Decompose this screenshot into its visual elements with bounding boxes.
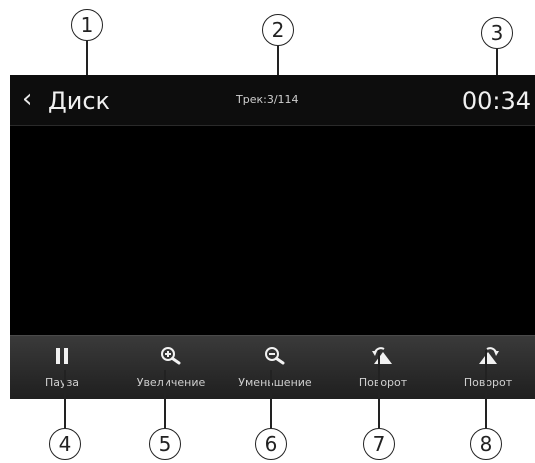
callout-7-leader [378, 350, 380, 428]
zoom-out-icon [262, 345, 288, 367]
rotate-left-button[interactable]: Поворот [333, 336, 433, 399]
media-screen: ‹ Диск Трек:3/114 00:34 Пауза Увеличение… [10, 75, 535, 399]
pause-icon [49, 345, 75, 367]
pause-button[interactable]: Пауза [12, 336, 112, 399]
callout-1: 1 [71, 9, 103, 41]
pause-label: Пауза [44, 376, 80, 389]
zoom-in-label: Увеличение [136, 376, 206, 389]
callout-6-leader [270, 370, 272, 428]
rotate-right-label: Поворот [463, 376, 513, 389]
callout-8-leader [485, 350, 487, 428]
callout-4: 4 [49, 428, 81, 460]
callout-7: 7 [363, 428, 395, 460]
page-title: Диск [48, 87, 111, 115]
chevron-left-icon[interactable]: ‹ [22, 85, 32, 113]
callout-5: 5 [149, 428, 181, 460]
zoom-in-button[interactable]: Увеличение [121, 336, 221, 399]
zoom-in-icon [158, 345, 184, 367]
callout-3: 3 [481, 17, 513, 49]
toolbar: Пауза Увеличение Уменьшение Поворот Пово… [10, 335, 535, 399]
rotate-left-icon [370, 345, 396, 367]
callout-2: 2 [262, 14, 294, 46]
callout-5-leader [164, 370, 166, 428]
header-bar: ‹ Диск Трек:3/114 00:34 [10, 75, 535, 126]
callout-4-leader [64, 370, 66, 428]
rotate-right-button[interactable]: Поворот [438, 336, 535, 399]
callout-8: 8 [470, 428, 502, 460]
zoom-out-label: Уменьшение [238, 376, 312, 389]
video-area[interactable] [10, 126, 535, 335]
rotate-right-icon [475, 345, 501, 367]
track-counter: Трек:3/114 [236, 93, 299, 106]
playback-time: 00:34 [461, 87, 531, 115]
callout-6: 6 [255, 428, 287, 460]
zoom-out-button[interactable]: Уменьшение [225, 336, 325, 399]
rotate-left-label: Поворот [358, 376, 408, 389]
